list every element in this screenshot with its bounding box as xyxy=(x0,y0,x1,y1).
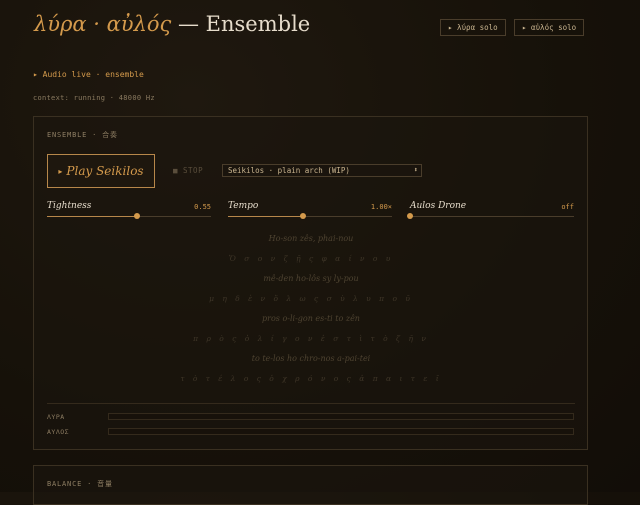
ensemble-panel: ENSEMBLE · 合奏 ▸ Play Seikilos ■ STOP Sei… xyxy=(33,116,588,450)
tightness-slider[interactable]: Tightness 0.55 xyxy=(47,201,211,219)
tempo-slider[interactable]: Tempo 1.00× xyxy=(228,201,392,219)
slider-value: 1.00× xyxy=(370,203,392,211)
context-status: context: running · 48000 Hz xyxy=(33,94,155,102)
aulos-drone-slider[interactable]: Aulos Drone off xyxy=(407,201,574,219)
stop-button[interactable]: ■ STOP xyxy=(173,166,203,175)
lyric-line: to te-los ho chro-nos a-pai-tei xyxy=(251,354,371,363)
aulos-solo-button[interactable]: ▸ αὐλός solo xyxy=(514,19,585,36)
audio-status: ▸ Audio live · ensemble xyxy=(33,70,144,79)
slider-value: 0.55 xyxy=(194,203,211,211)
lyric-line: pros o-li-gon es-ti to zên xyxy=(262,314,360,323)
lyra-meter xyxy=(108,413,574,420)
play-icon: ▸ xyxy=(58,166,63,176)
slider-value: off xyxy=(561,203,574,211)
play-label: Play Seikilos xyxy=(66,164,144,178)
play-button[interactable]: ▸ Play Seikilos xyxy=(47,154,155,188)
slider-label: Aulos Drone xyxy=(410,201,467,211)
slider-label: Tempo xyxy=(228,201,259,211)
page-title: λύρα · αὐλός — Ensemble xyxy=(34,12,310,36)
tune-select-value: Seikilos · plain arch (WIP) xyxy=(228,166,350,175)
balance-label: BALANCE · 音量 xyxy=(47,480,113,488)
slider-fill xyxy=(47,216,138,217)
lyrics-display: Ho-son zês, phai-nou Ὅ σ ο ν ζ ῇ ς φ α ί… xyxy=(47,229,575,389)
lyra-meter-label: ΛΥΡΑ xyxy=(47,413,65,421)
lyric-line-greek: Ὅ σ ο ν ζ ῇ ς φ α ί ν ο υ xyxy=(228,254,394,263)
slider-fill xyxy=(228,216,304,217)
tune-select[interactable]: Seikilos · plain arch (WIP) ⬍ xyxy=(222,164,422,177)
balance-panel: BALANCE · 音量 xyxy=(33,465,588,505)
aulos-meter xyxy=(108,428,574,435)
title-greek: λύρα · αὐλός xyxy=(34,12,172,36)
slider-label: Tightness xyxy=(47,201,92,211)
ensemble-label: ENSEMBLE · 合奏 xyxy=(47,131,118,139)
lyric-line: Ho-son zês, phai-nou xyxy=(268,234,354,243)
slider-thumb[interactable] xyxy=(300,213,307,219)
slider-track xyxy=(410,216,574,217)
slider-thumb[interactable] xyxy=(134,213,141,219)
lyra-solo-button[interactable]: ▸ λύρα solo xyxy=(440,19,506,36)
lyric-line: mê-den ho-lôs sy ly-pou xyxy=(263,274,359,283)
lyric-line-greek: π ρ ὸ ς ὀ λ ί γ ο ν ἐ σ τ ὶ τ ὸ ζ ῆ ν xyxy=(193,334,429,343)
divider xyxy=(47,403,575,404)
lyric-line-greek: μ η δ ὲ ν ὅ λ ω ς σ ὺ λ υ π ο ῦ xyxy=(209,294,413,303)
lyric-line-greek: τ ὸ τ έ λ ο ς ὁ χ ρ ό ν ο ς ἀ π α ι τ ε … xyxy=(180,374,442,383)
chevron-updown-icon: ⬍ xyxy=(413,166,418,174)
title-suffix: — Ensemble xyxy=(171,12,311,36)
aulos-meter-label: ΑΥΛΟΣ xyxy=(47,428,70,436)
slider-thumb[interactable] xyxy=(407,213,413,219)
